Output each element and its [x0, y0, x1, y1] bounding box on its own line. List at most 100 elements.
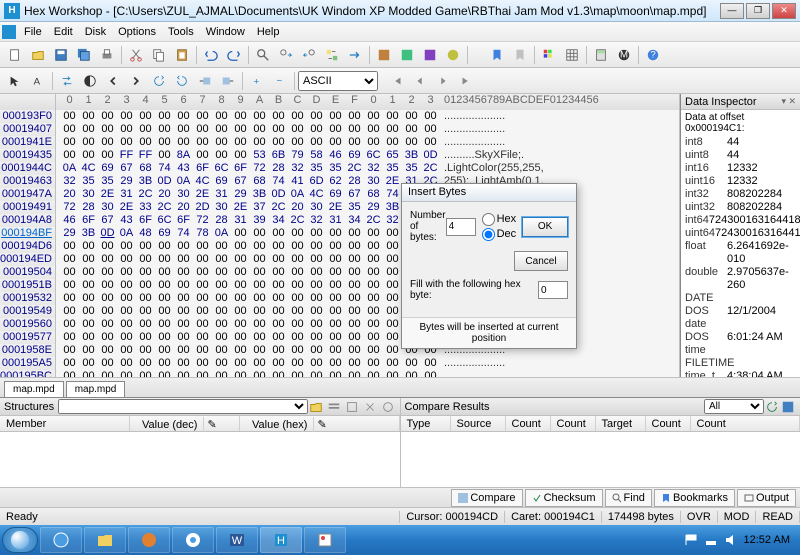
taskbar-media-icon[interactable]	[128, 527, 170, 553]
undo-icon[interactable]	[200, 44, 222, 66]
replace-icon[interactable]	[321, 44, 343, 66]
shl-icon[interactable]	[102, 70, 124, 92]
file-tab[interactable]: map.mpd	[4, 381, 64, 397]
save-all-icon[interactable]	[73, 44, 95, 66]
inspector-row[interactable]: time_t4:38:04 AM 12/8/1...	[681, 370, 800, 377]
maximize-button[interactable]: ❐	[746, 3, 770, 19]
tray-volume-icon[interactable]	[724, 533, 738, 547]
radio-hex[interactable]: Hex	[482, 213, 517, 226]
inspector-row[interactable]: int32808202284	[681, 188, 800, 201]
taskbar-explorer-icon[interactable]	[84, 527, 126, 553]
col-target[interactable]: Target	[596, 416, 646, 431]
hex-row[interactable]: 0001957700000000000000000000000000000000…	[0, 331, 679, 344]
col-value-dec[interactable]: Value (dec) ✎	[130, 416, 240, 431]
hex-row[interactable]: 0001941E00000000000000000000000000000000…	[0, 136, 679, 149]
hex-row[interactable]: 0001954900000000000000000000000000000000…	[0, 305, 679, 318]
bookmark-add-icon[interactable]	[509, 44, 531, 66]
next-icon[interactable]	[432, 70, 454, 92]
start-button[interactable]	[2, 527, 38, 553]
swap-icon[interactable]	[56, 70, 78, 92]
inspector-row[interactable]: uint32808202284	[681, 201, 800, 214]
col-value-hex[interactable]: Value (hex) ✎	[240, 416, 400, 431]
menu-options[interactable]: Options	[112, 26, 162, 38]
system-tray[interactable]: 12:52 AM	[684, 533, 798, 547]
menu-disk[interactable]: Disk	[79, 26, 112, 38]
cut-icon[interactable]	[125, 44, 147, 66]
hex-row[interactable]: 0001956000000000000000000000000000000000…	[0, 318, 679, 331]
rol-icon[interactable]	[148, 70, 170, 92]
bookmark-icon[interactable]	[486, 44, 508, 66]
encoding-select[interactable]: ASCII	[298, 71, 378, 91]
grid-icon[interactable]	[561, 44, 583, 66]
inspector-row[interactable]: uint647243001631644180...	[681, 227, 800, 240]
compare-refresh-icon[interactable]	[764, 399, 780, 415]
add-icon[interactable]: +	[246, 70, 268, 92]
struct-more-icon[interactable]	[380, 399, 396, 415]
last-icon[interactable]	[455, 70, 477, 92]
find-prev-icon[interactable]	[298, 44, 320, 66]
menu-help[interactable]: Help	[251, 26, 286, 38]
print-icon[interactable]	[96, 44, 118, 66]
col-count2[interactable]: Count	[551, 416, 596, 431]
hex-row[interactable]: 000195A500000000000000000000000000000000…	[0, 357, 679, 370]
moto-icon[interactable]: M	[613, 44, 635, 66]
tray-network-icon[interactable]	[704, 533, 718, 547]
inspector-menu-icon[interactable]: ▾ ✕	[781, 96, 796, 107]
hex-row[interactable]: 000194D600000000000000000000000000000000…	[0, 240, 679, 253]
col-member[interactable]: Member	[0, 416, 130, 431]
taskbar-word-icon[interactable]: W	[216, 527, 258, 553]
shr-icon[interactable]	[125, 70, 147, 92]
taskbar-ie-icon[interactable]	[40, 527, 82, 553]
hex-row[interactable]: 00019463323535293B0D0A4C69676874416D6228…	[0, 175, 679, 188]
paste-icon[interactable]	[171, 44, 193, 66]
struct-add-icon[interactable]	[326, 399, 342, 415]
text-tool-icon[interactable]: A	[27, 70, 49, 92]
goto-icon[interactable]	[344, 44, 366, 66]
inspector-row[interactable]: DOS date12/1/2004	[681, 305, 800, 331]
tool-b-icon[interactable]	[396, 44, 418, 66]
tray-clock[interactable]: 12:52 AM	[744, 534, 790, 546]
sub-icon[interactable]: −	[269, 70, 291, 92]
inspector-row[interactable]: FILETIME	[681, 357, 800, 370]
col-source[interactable]: Source	[451, 416, 506, 431]
inspector-row[interactable]: int844	[681, 136, 800, 149]
struct-edit-icon[interactable]	[344, 399, 360, 415]
structures-select[interactable]	[58, 399, 307, 414]
taskbar-paint-icon[interactable]	[304, 527, 346, 553]
col-count3[interactable]: Count	[646, 416, 691, 431]
inspector-row[interactable]: uint1612332	[681, 175, 800, 188]
prev-icon[interactable]	[409, 70, 431, 92]
radio-dec[interactable]: Dec	[482, 228, 517, 241]
hex-row[interactable]: 000194ED00000000000000000000000000000000…	[0, 253, 679, 266]
color-map-icon[interactable]	[538, 44, 560, 66]
num-bytes-input[interactable]	[446, 218, 476, 236]
new-file-icon[interactable]	[4, 44, 26, 66]
hex-row[interactable]: 000194A8466F67436F6C6F72283139342C323134…	[0, 214, 679, 227]
ok-button[interactable]: OK	[522, 217, 568, 237]
open-file-icon[interactable]	[27, 44, 49, 66]
hex-row[interactable]: 000195BC00000000000000000000000000000000…	[0, 370, 679, 377]
menu-edit[interactable]: Edit	[48, 26, 79, 38]
hex-row[interactable]: 000194917228302E332C202D302E372C20302E35…	[0, 201, 679, 214]
hex-row[interactable]: 000193F000000000000000000000000000000000…	[0, 110, 679, 123]
find-next-icon[interactable]	[275, 44, 297, 66]
struct-open-icon[interactable]	[308, 399, 324, 415]
close-button[interactable]: ✕	[772, 3, 796, 19]
hex-row[interactable]: 0001947A20302E312C20302E31293B0D0A4C6967…	[0, 188, 679, 201]
block-shl-icon[interactable]	[194, 70, 216, 92]
menu-file[interactable]: File	[18, 26, 48, 38]
inspector-row[interactable]: int647243001631644180...	[681, 214, 800, 227]
menu-tools[interactable]: Tools	[162, 26, 200, 38]
hex-row[interactable]: 0001953200000000000000000000000000000000…	[0, 292, 679, 305]
fill-byte-input[interactable]	[538, 281, 568, 299]
tray-flag-icon[interactable]	[684, 533, 698, 547]
first-icon[interactable]	[386, 70, 408, 92]
tool-d-icon[interactable]	[442, 44, 464, 66]
tab-output[interactable]: Output	[737, 489, 796, 507]
tab-bookmarks[interactable]: Bookmarks	[654, 489, 735, 507]
save-icon[interactable]	[50, 44, 72, 66]
hex-row[interactable]: 0001950400000000000000000000000000000000…	[0, 266, 679, 279]
tool-c-icon[interactable]	[419, 44, 441, 66]
taskbar-hexworkshop-icon[interactable]: H	[260, 527, 302, 553]
tool-a-icon[interactable]	[373, 44, 395, 66]
